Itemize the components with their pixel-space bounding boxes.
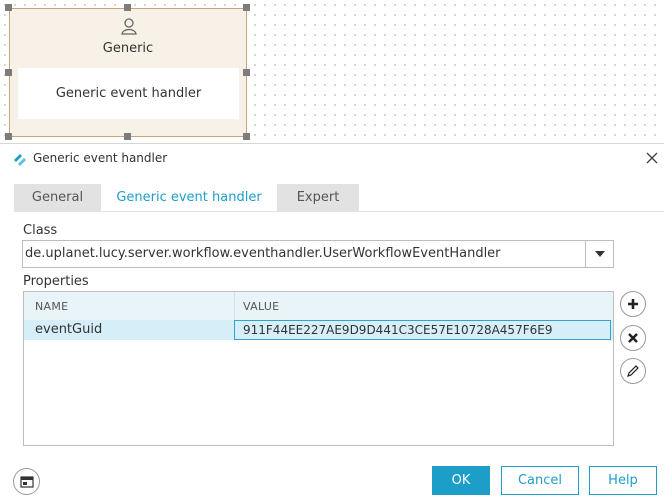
resize-handle-top[interactable] [124,4,131,11]
class-label: Class [23,223,58,238]
resize-handle-left[interactable] [5,69,12,76]
class-select-dropdown-button[interactable] [585,241,613,267]
edit-property-button[interactable] [620,358,646,384]
column-header-name[interactable]: NAME [35,300,68,313]
properties-table: NAME VALUE eventGuid 911F44EE227AE9D9D44… [23,291,614,446]
preview-button[interactable] [13,468,40,495]
resize-handle-bottom[interactable] [124,133,131,140]
resize-handle-top-left[interactable] [5,4,12,11]
add-property-button[interactable] [620,291,646,317]
table-row[interactable]: eventGuid 911F44EE227AE9D9D441C3CE57E107… [24,320,613,340]
table-cell-value-editor[interactable]: 911F44EE227AE9D9D441C3CE57E10728A457F6E9 [234,320,611,340]
properties-label: Properties [23,274,89,289]
resize-handle-bottom-right[interactable] [243,133,250,140]
column-header-value[interactable]: VALUE [243,300,279,313]
resize-handle-bottom-left[interactable] [5,133,12,140]
tab-generic-event-handler[interactable]: Generic event handler [101,184,277,212]
add-icon [628,299,638,309]
table-header: NAME VALUE [24,292,613,320]
help-button[interactable]: Help [589,466,657,495]
window-icon [19,475,34,488]
table-cell-name: eventGuid [35,322,103,337]
chevron-down-icon [594,251,605,257]
app-icon [14,154,26,166]
node-body-label: Generic event handler [55,86,202,101]
dialog: Generic event handler General Generic ev… [0,143,664,501]
remove-property-button[interactable] [620,325,646,351]
node-title: Generic [102,41,154,56]
class-select[interactable]: de.uplanet.lucy.server.workflow.eventhan… [22,240,614,268]
cancel-button[interactable]: Cancel [501,466,579,495]
dialog-title: Generic event handler [33,151,168,165]
table-cell-value: 911F44EE227AE9D9D441C3CE57E10728A457F6E9 [243,323,553,337]
tab-general[interactable]: General [14,184,101,212]
node-body: Generic event handler [18,68,239,119]
resize-handle-top-right[interactable] [243,4,250,11]
remove-icon [628,333,638,343]
edit-icon [627,365,639,377]
workflow-node[interactable]: Generic Generic event handler [9,8,247,137]
dialog-titlebar: Generic event handler [0,144,664,173]
tab-divider [14,211,664,212]
ok-button[interactable]: OK [432,466,490,495]
close-icon[interactable] [645,151,659,165]
class-select-value: de.uplanet.lucy.server.workflow.eventhan… [25,246,501,261]
tab-expert[interactable]: Expert [277,184,359,212]
column-divider [234,292,235,320]
user-icon [121,18,137,35]
resize-handle-right[interactable] [243,69,250,76]
tab-bar: General Generic event handler Expert [14,184,359,212]
